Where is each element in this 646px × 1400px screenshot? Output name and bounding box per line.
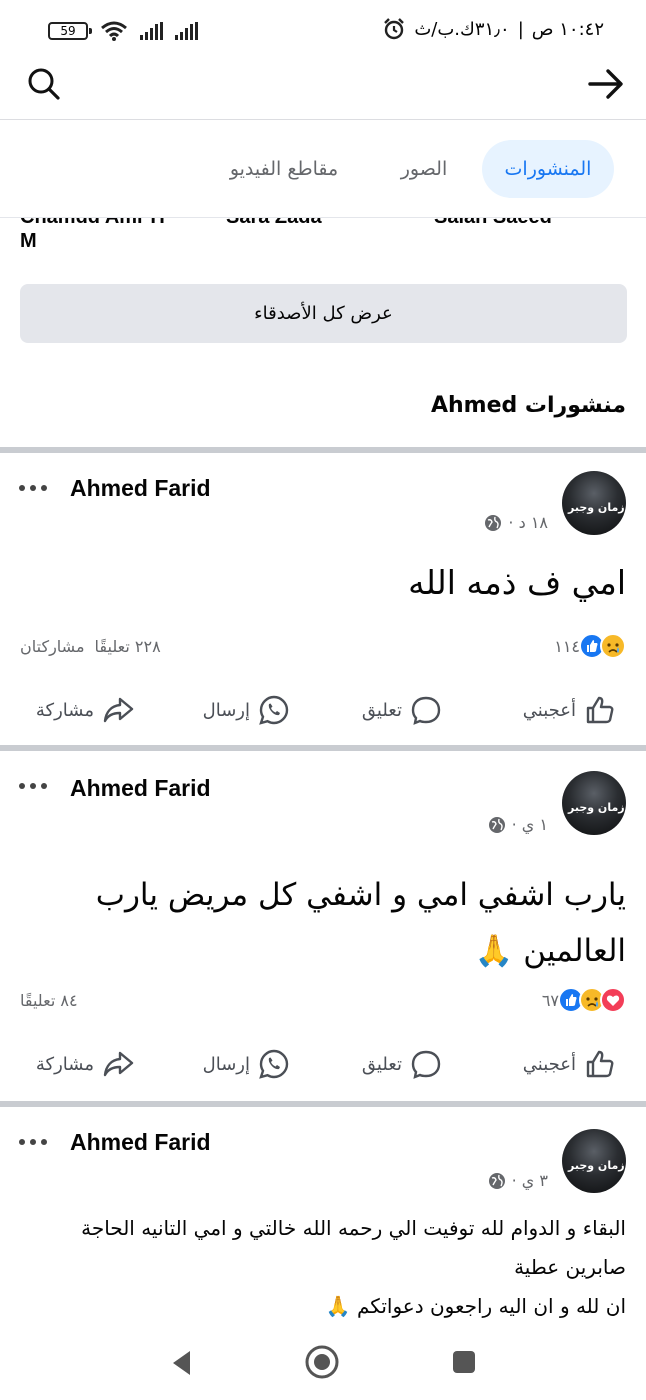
avatar[interactable]: زمان وجبر: [562, 771, 626, 835]
post-author[interactable]: Ahmed Farid: [70, 1129, 211, 1156]
whatsapp-icon: [259, 1049, 289, 1079]
more-options-icon[interactable]: [18, 1137, 48, 1147]
more-options-icon[interactable]: [18, 781, 48, 791]
comment-count[interactable]: ٨٤ تعليقًا: [20, 991, 78, 1010]
arrow-right-icon[interactable]: [586, 66, 626, 102]
profile-tabs: المنشورات الصور مقاطع الفيديو: [0, 120, 646, 218]
clock-time: ١٠:٤٢ ص: [531, 18, 604, 40]
send-label: إرسال: [202, 699, 250, 721]
sad-reaction-icon: [600, 633, 626, 659]
post-card: زمان وجبر Ahmed Farid ٣ ي · البقاء و الد…: [0, 1107, 646, 1322]
share-button[interactable]: مشاركة: [36, 688, 134, 732]
post-text: يارب اشفي امي و اشفي كل مريض يارب العالم…: [85, 877, 626, 969]
send-button[interactable]: إرسال: [203, 1042, 290, 1086]
send-label: إرسال: [202, 1053, 250, 1075]
tab-videos[interactable]: مقاطع الفيديو: [210, 140, 358, 198]
recents-square-icon[interactable]: [451, 1349, 477, 1375]
avatar-caption: زمان وجبر: [568, 801, 625, 814]
thumbs-up-icon: [586, 1050, 614, 1078]
friend-name[interactable]: Sara Zada: [226, 218, 322, 229]
share-label: مشاركة: [35, 1053, 94, 1075]
search-icon[interactable]: [26, 66, 62, 102]
post-card: زمان وجبر Ahmed Farid ١٨ د · امي ف ذمه ا…: [0, 453, 646, 745]
post-card: زمان وجبر Ahmed Farid ١ ي · يارب اشفي ام…: [0, 751, 646, 1101]
tab-photos[interactable]: الصور: [380, 140, 468, 198]
data-speed: ٣١٫٠ك.ب/ث: [414, 18, 510, 40]
comment-button[interactable]: تعليق: [362, 688, 442, 732]
avatar-caption: زمان وجبر: [568, 501, 625, 514]
avatar-caption: زمان وجبر: [568, 1159, 625, 1172]
battery-icon: 59: [48, 22, 92, 40]
comment-count[interactable]: ٢٢٨ تعليقًا: [95, 637, 161, 656]
posts-section-title: منشورات Ahmed: [430, 393, 626, 418]
see-all-friends-button[interactable]: عرض كل الأصدقاء: [20, 284, 627, 343]
engagement-counts: ٢٢٨ تعليقًا مشاركتان: [20, 637, 161, 656]
top-app-bar: [0, 58, 646, 120]
wifi-icon: [101, 21, 127, 41]
home-circle-icon[interactable]: [304, 1344, 340, 1380]
reaction-summary[interactable]: ٦٧: [542, 987, 626, 1013]
alarm-icon: [384, 18, 405, 40]
share-icon: [103, 697, 134, 723]
system-nav-bar: [0, 1322, 646, 1400]
more-options-icon[interactable]: [18, 483, 48, 493]
whatsapp-icon: [259, 695, 289, 725]
status-clock: ١٠:٤٢ ص | ٣١٫٠ك.ب/ث: [382, 17, 604, 41]
friends-names-strip: Chamdd Amr H Sara Zada Salah Saeed: [0, 218, 646, 258]
comment-button[interactable]: تعليق: [362, 1042, 442, 1086]
engagement-counts: ٨٤ تعليقًا: [20, 991, 78, 1010]
tab-posts[interactable]: المنشورات: [482, 140, 614, 198]
post-action-bar: أعجبني تعليق إرسال مشاركة: [0, 1042, 646, 1086]
share-button[interactable]: مشاركة: [36, 1042, 134, 1086]
avatar[interactable]: زمان وجبر: [562, 1129, 626, 1193]
globe-icon: [488, 816, 505, 833]
like-button[interactable]: أعجبني: [523, 1042, 616, 1086]
comment-icon: [411, 696, 441, 725]
status-bar: 59 ١٠:٤٢ ص | ٣١٫٠ك.ب/ث: [0, 0, 646, 58]
post-meta: ١ ي ·: [488, 815, 548, 834]
post-text: البقاء و الدوام لله توفيت الي رحمه الله …: [81, 1216, 626, 1318]
like-label: أعجبني: [522, 1053, 576, 1075]
globe-icon: [488, 1172, 505, 1189]
post-author[interactable]: Ahmed Farid: [70, 775, 211, 802]
post-time: ١ ي ·: [511, 815, 548, 834]
friend-name-wrap: M: [20, 230, 37, 252]
back-triangle-icon[interactable]: [168, 1348, 196, 1378]
status-icons: 59: [48, 20, 198, 42]
globe-icon: [485, 514, 502, 531]
post-time: ١٨ د ·: [508, 513, 548, 532]
reaction-icons: [579, 633, 626, 659]
signal-icon: [140, 22, 163, 40]
reaction-count: ٦٧: [541, 990, 559, 1010]
reaction-icons: [558, 987, 626, 1013]
friend-name[interactable]: Salah Saeed: [434, 218, 552, 229]
reaction-count: ١١٤: [554, 636, 580, 656]
like-button[interactable]: أعجبني: [523, 688, 616, 732]
avatar[interactable]: زمان وجبر: [562, 471, 626, 535]
post-meta: ١٨ د ·: [484, 513, 548, 532]
share-icon: [103, 1051, 134, 1077]
comment-label: تعليق: [361, 1053, 402, 1075]
comment-icon: [411, 1050, 441, 1079]
signal-icon-2: [175, 22, 198, 40]
post-text: امي ف ذمه الله: [408, 563, 626, 602]
reaction-summary[interactable]: ١١٤: [554, 633, 626, 659]
share-label: مشاركة: [35, 699, 94, 721]
post-meta: ٣ ي ·: [488, 1171, 548, 1190]
comment-label: تعليق: [361, 699, 402, 721]
friend-name[interactable]: Chamdd Amr H: [20, 218, 165, 229]
post-author[interactable]: Ahmed Farid: [70, 475, 211, 502]
post-time: ٣ ي ·: [511, 1171, 548, 1190]
like-label: أعجبني: [522, 699, 576, 721]
love-reaction-icon: [600, 987, 626, 1013]
send-button[interactable]: إرسال: [203, 688, 290, 732]
share-count[interactable]: مشاركتان: [20, 637, 85, 656]
thumbs-up-icon: [586, 696, 614, 724]
post-action-bar: أعجبني تعليق إرسال مشاركة: [0, 688, 646, 732]
